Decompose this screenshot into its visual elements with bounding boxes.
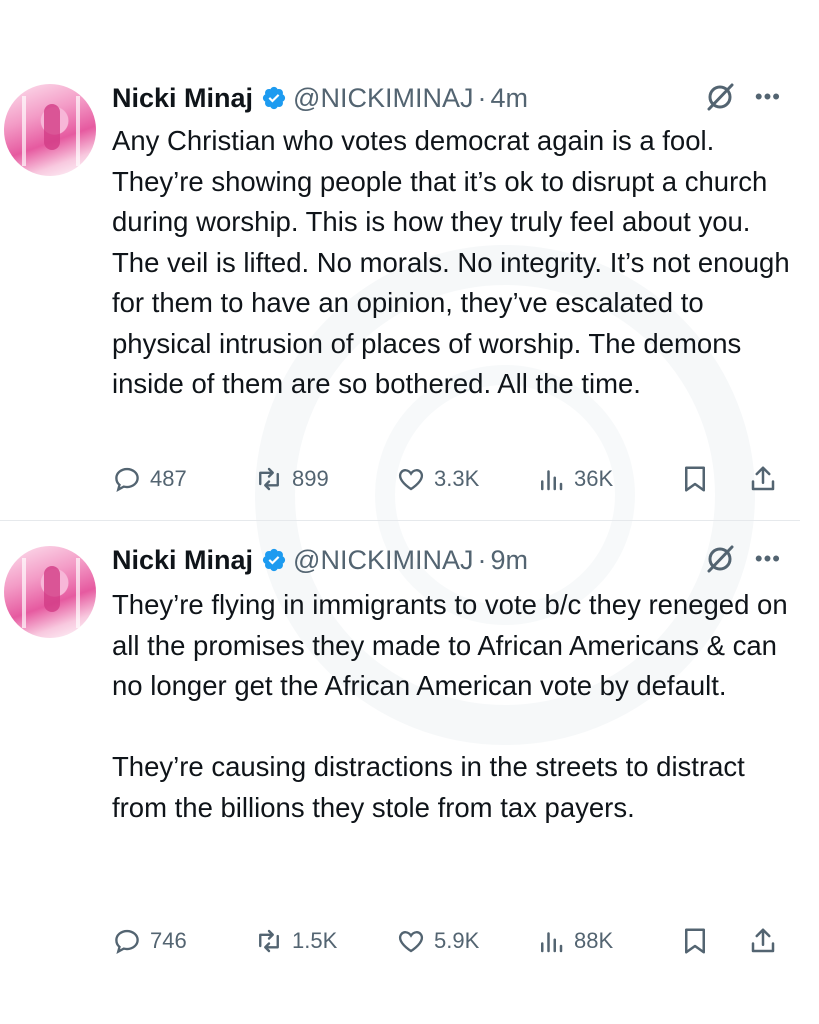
tweet-text: They’re flying in immigrants to vote b/c… [112, 589, 788, 823]
views-button[interactable]: 88K [536, 926, 613, 956]
tweet[interactable]: Nicki Minaj @NICKIMINAJ · 9m ••• They’re… [0, 522, 819, 1024]
author-handle[interactable]: @NICKIMINAJ [293, 83, 473, 114]
repost-icon [259, 929, 279, 953]
avatar[interactable] [4, 546, 96, 638]
author-name[interactable]: Nicki Minaj [112, 83, 253, 114]
separator: · [477, 82, 487, 113]
repost-count: 899 [292, 466, 329, 491]
like-icon [398, 931, 424, 953]
like-count: 5.9K [434, 928, 480, 953]
share-button[interactable] [748, 926, 778, 956]
like-icon [398, 469, 424, 491]
verified-badge-icon [262, 86, 286, 110]
like-button[interactable]: 5.9K [396, 926, 479, 956]
bookmark-button[interactable] [680, 926, 710, 956]
bookmark-icon [685, 466, 705, 492]
timestamp[interactable]: 4m [490, 83, 528, 114]
verified-badge-icon [262, 548, 286, 572]
views-icon [541, 470, 563, 491]
reply-icon [115, 467, 139, 492]
action-bar: 746 1.5K 5.9K 88K [112, 921, 782, 961]
repost-button[interactable]: 1.5K [254, 926, 337, 956]
tweet-menu: ••• [703, 542, 781, 576]
tweet-header: Nicki Minaj @NICKIMINAJ · 4m [112, 80, 528, 116]
reply-icon [115, 929, 139, 954]
more-icon[interactable]: ••• [755, 546, 781, 572]
share-icon [751, 928, 775, 953]
bookmark-button[interactable] [680, 464, 710, 494]
views-icon [541, 932, 563, 953]
tweet-text: Any Christian who votes democrat again i… [112, 125, 798, 399]
author-name[interactable]: Nicki Minaj [112, 545, 253, 576]
action-bar: 487 899 3.3K 36K [112, 459, 782, 499]
reply-button[interactable]: 746 [112, 926, 187, 956]
tweet-divider [0, 520, 800, 521]
more-icon[interactable]: ••• [755, 84, 781, 110]
like-button[interactable]: 3.3K [396, 464, 479, 494]
share-icon [751, 466, 775, 491]
share-button[interactable] [748, 464, 778, 494]
repost-icon [259, 467, 279, 491]
tweet-header: Nicki Minaj @NICKIMINAJ · 9m [112, 542, 528, 578]
views-button[interactable]: 36K [536, 464, 613, 494]
reply-button[interactable]: 487 [112, 464, 187, 494]
like-count: 3.3K [434, 466, 480, 491]
author-handle[interactable]: @NICKIMINAJ [293, 545, 473, 576]
tweet[interactable]: Nicki Minaj @NICKIMINAJ · 4m ••• Any Chr… [0, 0, 819, 520]
tweet-menu: ••• [703, 80, 781, 114]
reply-count: 487 [150, 466, 187, 491]
reply-count: 746 [150, 928, 187, 953]
grok-icon[interactable] [703, 80, 737, 114]
repost-count: 1.5K [292, 928, 338, 953]
views-count: 36K [574, 466, 614, 491]
views-count: 88K [574, 928, 614, 953]
bookmark-icon [685, 928, 705, 954]
repost-button[interactable]: 899 [254, 464, 329, 494]
avatar[interactable] [4, 84, 96, 176]
grok-icon[interactable] [703, 542, 737, 576]
timestamp[interactable]: 9m [490, 545, 528, 576]
separator: · [477, 544, 487, 575]
